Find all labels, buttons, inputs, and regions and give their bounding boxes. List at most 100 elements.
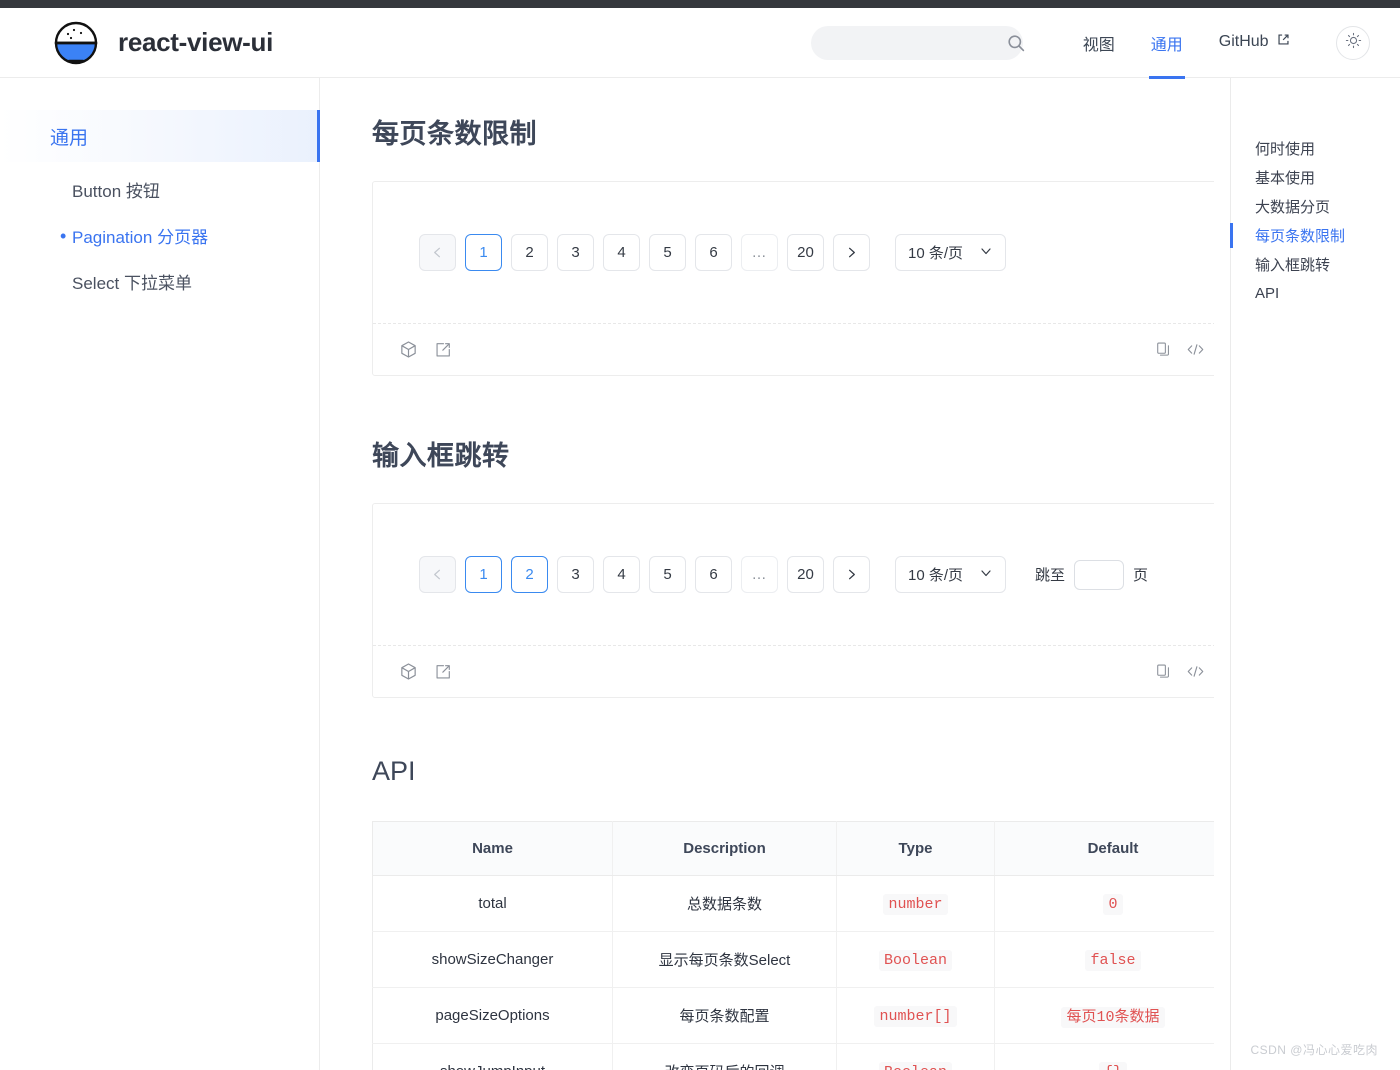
table-row: showSizeChanger 显示每页条数Select Boolean fal… <box>373 932 1215 988</box>
cell-type: number <box>837 876 995 932</box>
api-table: Name Description Type Default total 总数据条… <box>372 821 1214 1070</box>
pagination-prev-button[interactable] <box>419 234 456 271</box>
brand[interactable]: react-view-ui <box>50 17 273 69</box>
toc-item-jump-input[interactable]: 输入框跳转 <box>1255 250 1400 279</box>
pagination-page-2[interactable]: 2 <box>511 234 548 271</box>
jump-suffix-label: 页 <box>1133 564 1148 585</box>
chevron-down-icon <box>979 566 993 584</box>
nav-item-view[interactable]: 视图 <box>1065 7 1133 79</box>
toc-item-when-to-use[interactable]: 何时使用 <box>1255 134 1400 163</box>
page-title-api: API <box>372 756 1214 787</box>
table-header-row: Name Description Type Default <box>373 822 1215 876</box>
pagination-page-6[interactable]: 6 <box>695 234 732 271</box>
copy-icon[interactable] <box>1155 341 1172 358</box>
pagination-page-20[interactable]: 20 <box>787 234 824 271</box>
theme-toggle-button[interactable] <box>1336 26 1370 60</box>
demo-footer-jump-input <box>373 645 1214 697</box>
external-link-icon <box>1277 33 1290 51</box>
column-header-name: Name <box>373 822 613 876</box>
external-link-icon[interactable] <box>434 663 452 681</box>
pagination-prev-button[interactable] <box>419 556 456 593</box>
nav-item-github-label: GitHub <box>1219 34 1269 51</box>
cell-description: 显示每页条数Select <box>613 932 837 988</box>
nav-item-general[interactable]: 通用 <box>1133 7 1201 79</box>
pagination-page-1[interactable]: 1 <box>465 234 502 271</box>
cell-default: false <box>995 932 1215 988</box>
column-header-type: Type <box>837 822 995 876</box>
code-icon[interactable] <box>1186 662 1205 681</box>
cell-default: 0 <box>995 876 1215 932</box>
pagination-next-button[interactable] <box>833 556 870 593</box>
page-size-select[interactable]: 10 条/页 <box>895 556 1006 593</box>
cell-description: 改变页码后的回调 <box>613 1044 837 1070</box>
toc-item-label: 输入框跳转 <box>1255 254 1330 275</box>
type-chip: number <box>883 894 947 915</box>
page-body: 通用 Button 按钮 Pagination 分页器 Select 下拉菜单 … <box>0 78 1400 1070</box>
table-row: total 总数据条数 number 0 <box>373 876 1215 932</box>
type-chip: Boolean <box>879 950 952 971</box>
sidebar: 通用 Button 按钮 Pagination 分页器 Select 下拉菜单 <box>0 78 320 1070</box>
sidebar-item-button-label: Button 按钮 <box>72 177 160 202</box>
chevron-down-icon <box>979 244 993 262</box>
search-box[interactable] <box>811 26 1023 60</box>
copy-icon[interactable] <box>1155 663 1172 680</box>
toc-item-label: 基本使用 <box>1255 167 1315 188</box>
type-chip: Boolean <box>879 1062 952 1070</box>
pagination-page-1[interactable]: 1 <box>465 556 502 593</box>
codesandbox-icon[interactable] <box>399 662 418 681</box>
pagination-jump-input: 1 2 3 4 5 6 … 20 <box>419 556 1185 593</box>
pagination-page-20[interactable]: 20 <box>787 556 824 593</box>
sun-icon <box>1345 32 1362 54</box>
default-chip: 每页10条数据 <box>1061 1007 1164 1028</box>
code-icon[interactable] <box>1186 340 1205 359</box>
demo-body-jump-input: 1 2 3 4 5 6 … 20 <box>373 504 1214 645</box>
sidebar-item-select-label: Select 下拉菜单 <box>72 269 192 294</box>
brand-name: react-view-ui <box>118 27 273 58</box>
search-input[interactable] <box>825 35 1006 51</box>
toc-item-api[interactable]: API <box>1255 279 1400 308</box>
toc-item-basic-usage[interactable]: 基本使用 <box>1255 163 1400 192</box>
pagination-ellipsis[interactable]: … <box>741 234 778 271</box>
jump-prefix-label: 跳至 <box>1035 564 1065 585</box>
page-size-select[interactable]: 10 条/页 <box>895 234 1006 271</box>
sidebar-item-select[interactable]: Select 下拉菜单 <box>0 263 319 300</box>
search-icon[interactable] <box>1006 33 1026 53</box>
pagination-page-size: 1 2 3 4 5 6 … 20 <box>419 234 1185 271</box>
pagination-page-6[interactable]: 6 <box>695 556 732 593</box>
main-content: 每页条数限制 1 2 3 4 5 6 <box>320 78 1214 1070</box>
cell-name: showJumpInput <box>373 1044 613 1070</box>
pagination-page-4[interactable]: 4 <box>603 556 640 593</box>
external-link-icon[interactable] <box>434 341 452 359</box>
nav-item-github[interactable]: GitHub <box>1201 9 1308 75</box>
sidebar-group-general[interactable]: 通用 <box>0 110 320 162</box>
pagination-page-5[interactable]: 5 <box>649 556 686 593</box>
cell-type: Boolean <box>837 932 995 988</box>
column-header-default: Default <box>995 822 1215 876</box>
cell-type: number[] <box>837 988 995 1044</box>
demo-footer-page-size <box>373 323 1214 375</box>
default-chip: {} <box>1099 1062 1127 1070</box>
page-title-jump-input: 输入框跳转 <box>372 434 1214 473</box>
sidebar-item-button[interactable]: Button 按钮 <box>0 171 319 208</box>
sidebar-item-pagination-label: Pagination 分页器 <box>72 223 208 248</box>
table-row: pageSizeOptions 每页条数配置 number[] 每页10条数据 <box>373 988 1215 1044</box>
toc-item-label: 何时使用 <box>1255 138 1315 159</box>
pagination-page-3[interactable]: 3 <box>557 234 594 271</box>
toc-item-page-size-limit[interactable]: 每页条数限制 <box>1255 221 1400 250</box>
jump-page-input[interactable] <box>1074 560 1124 590</box>
rice-bowl-icon <box>50 17 102 69</box>
pagination-ellipsis[interactable]: … <box>741 556 778 593</box>
pagination-page-5[interactable]: 5 <box>649 234 686 271</box>
cell-name: pageSizeOptions <box>373 988 613 1044</box>
pagination-page-4[interactable]: 4 <box>603 234 640 271</box>
pagination-next-button[interactable] <box>833 234 870 271</box>
pagination-page-3[interactable]: 3 <box>557 556 594 593</box>
demo-card-jump-input: 1 2 3 4 5 6 … 20 <box>372 503 1214 698</box>
cell-name: showSizeChanger <box>373 932 613 988</box>
sidebar-item-pagination[interactable]: Pagination 分页器 <box>0 217 319 254</box>
codesandbox-icon[interactable] <box>399 340 418 359</box>
pagination-page-2[interactable]: 2 <box>511 556 548 593</box>
toc-item-label: 大数据分页 <box>1255 196 1330 217</box>
header-right: 视图 通用 GitHub <box>811 7 1370 79</box>
toc-item-big-data-pagination[interactable]: 大数据分页 <box>1255 192 1400 221</box>
